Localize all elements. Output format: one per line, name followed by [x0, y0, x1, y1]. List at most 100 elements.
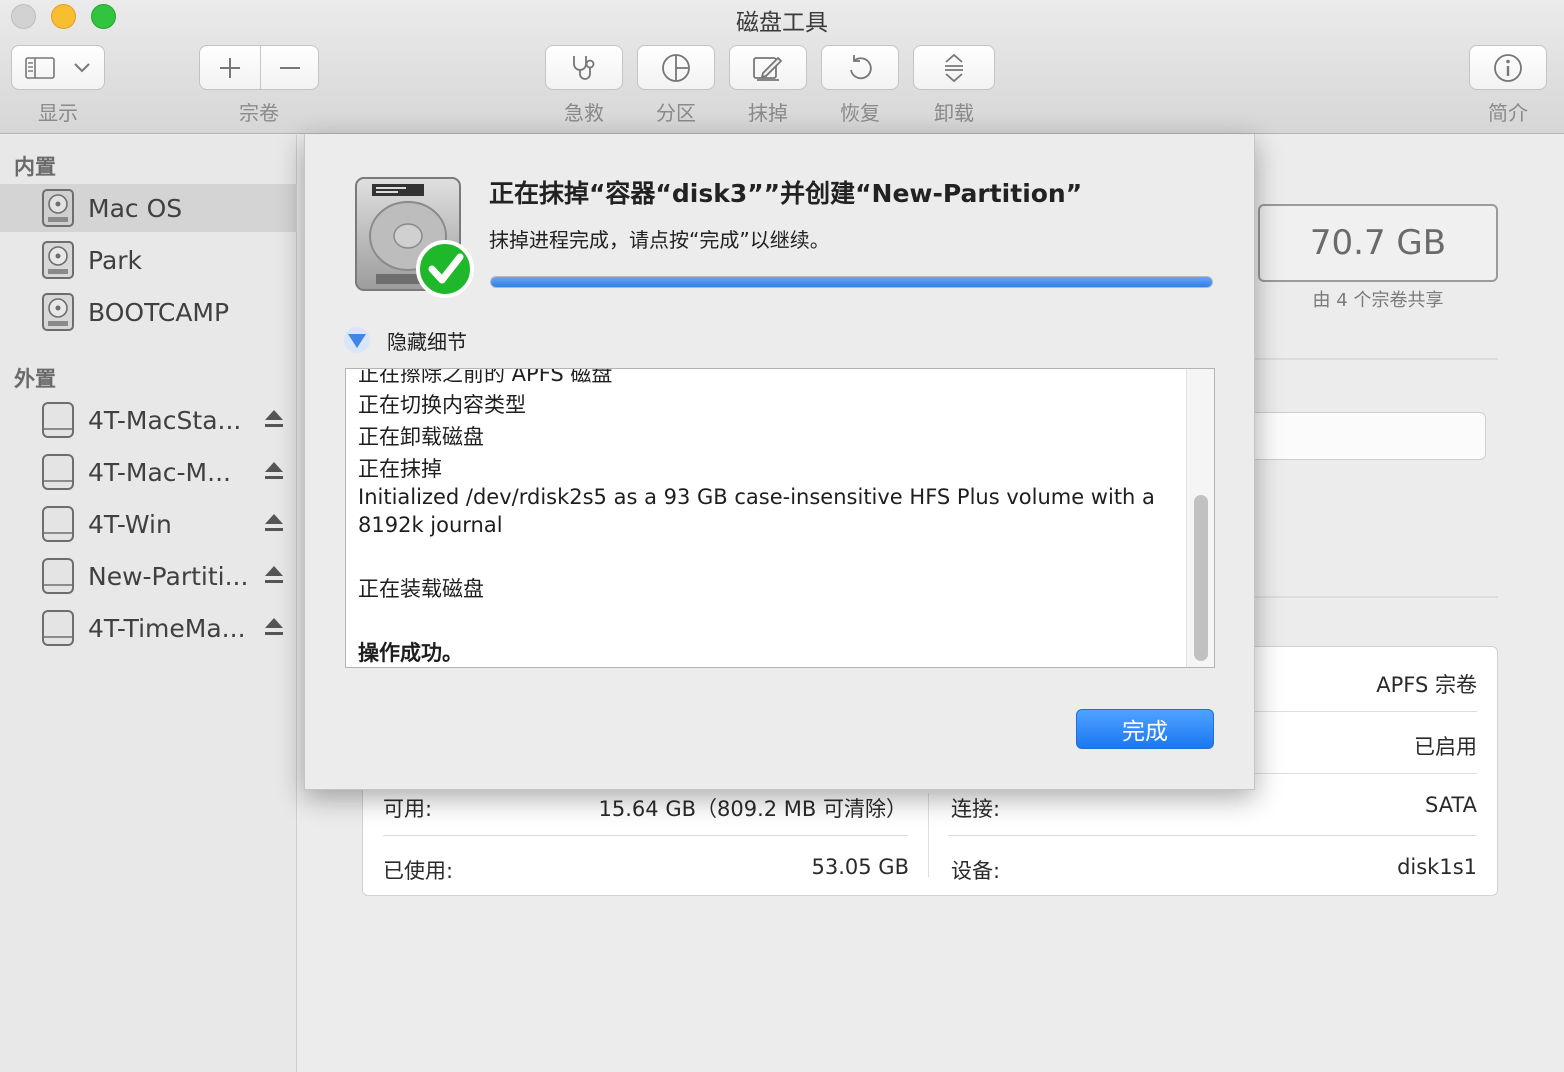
used-label: 已使用: — [383, 859, 454, 883]
sheet-title: 正在抹掉“容器“disk3””并创建“New-Partition” — [489, 179, 1083, 208]
row-divider — [948, 835, 1477, 836]
log-line: 正在卸载磁盘 — [358, 425, 484, 449]
row-divider — [383, 835, 908, 836]
sidebar-item-label: 4T-TimeMa... — [88, 613, 246, 643]
eject-icon[interactable] — [264, 408, 284, 430]
usage-bar-field — [1230, 412, 1486, 460]
log-line: 正在装载磁盘 — [358, 577, 484, 601]
external-disk-icon — [42, 610, 74, 646]
scrollbar-thumb[interactable] — [1194, 495, 1208, 661]
internal-disk-icon — [42, 293, 74, 331]
add-volume-button[interactable] — [200, 46, 260, 89]
available-value: 15.64 GB（809.2 MB 可清除） — [598, 797, 907, 821]
sidebar-item-label: 4T-Mac-M... — [88, 457, 231, 487]
available-label: 可用: — [383, 797, 433, 821]
external-disk-icon — [42, 558, 74, 594]
view-label: 显示 — [38, 101, 78, 125]
window-title: 磁盘工具 — [736, 10, 828, 36]
hide-details-toggle[interactable]: 隐藏细节 — [387, 326, 467, 355]
column-divider — [928, 793, 929, 877]
stethoscope-icon — [573, 55, 595, 80]
erase-button[interactable] — [729, 45, 807, 90]
external-disk-icon — [42, 454, 74, 490]
unmount-label: 卸载 — [934, 101, 974, 125]
erase-label: 抹掉 — [748, 101, 788, 125]
connection-value: SATA — [1424, 793, 1477, 817]
used-value: 53.05 GB — [811, 855, 909, 879]
volume-label: 宗卷 — [239, 101, 279, 125]
external-header: 外置 — [14, 367, 56, 391]
sidebar-item-label: 4T-MacSta... — [88, 405, 242, 435]
sidebar-item-label: BOOTCAMP — [88, 297, 230, 327]
shared-volumes-text: 由 4 个宗卷共享 — [1312, 290, 1444, 311]
device-label: 设备: — [951, 859, 1001, 883]
internal-header: 内置 — [14, 155, 56, 179]
restore-button[interactable] — [821, 45, 899, 90]
sidebar-item-bootcamp[interactable]: BOOTCAMP — [0, 288, 297, 336]
info-button[interactable] — [1469, 45, 1547, 90]
erase-progress-sheet: 正在抹掉“容器“disk3””并创建“New-Partition” 抹掉进程完成… — [304, 134, 1255, 790]
erase-pencil-icon — [753, 56, 783, 81]
divider — [1255, 358, 1498, 360]
log-line: 正在切换内容类型 — [358, 393, 526, 417]
sidebar: 内置 Mac OS Park BOOTCAMP 外置 4T-MacSta... … — [0, 135, 297, 1072]
log-scrollbar[interactable] — [1186, 369, 1214, 667]
device-value: disk1s1 — [1397, 855, 1477, 879]
hard-drive-success-icon — [355, 177, 474, 298]
disclosure-triangle-icon[interactable] — [343, 326, 371, 354]
sidebar-item-label: New-Partiti... — [88, 561, 249, 591]
eject-icon[interactable] — [264, 564, 284, 586]
capacity-display: 70.7 GB — [1258, 204, 1498, 282]
log-line: 正在抹掉 — [358, 457, 442, 481]
restore-arrow-icon — [850, 54, 872, 79]
toolbar: 磁盘工具 显示 宗卷 急救 分区 抹掉 恢复 卸载 简介 — [0, 0, 1564, 134]
sheet-subtitle: 抹掉进程完成，请点按“完成”以继续。 — [489, 228, 830, 252]
log-line: 操作成功。 — [358, 641, 463, 665]
external-disk-icon — [42, 506, 74, 542]
unmount-icon — [945, 53, 963, 82]
divider — [1255, 596, 1498, 598]
remove-volume-button[interactable] — [260, 46, 320, 89]
external-disk-icon — [42, 402, 74, 438]
connection-label: 连接: — [951, 797, 1001, 821]
details-log: 正在擦除之前的 APFS 磁盘 正在切换内容类型 正在卸载磁盘 正在抹掉 Ini… — [345, 368, 1215, 668]
sidebar-item-4t-win[interactable]: 4T-Win — [0, 500, 297, 548]
plus-icon — [220, 57, 240, 78]
info-label: 简介 — [1488, 101, 1528, 125]
progress-fill — [491, 277, 1212, 287]
eject-icon[interactable] — [264, 460, 284, 482]
pie-partition-icon — [662, 53, 690, 82]
erase-progress-bar — [490, 276, 1213, 288]
eject-icon[interactable] — [264, 512, 284, 534]
eject-icon[interactable] — [264, 616, 284, 638]
minus-icon — [280, 66, 300, 69]
chevron-down-icon — [74, 62, 90, 72]
first-aid-button[interactable] — [545, 45, 623, 90]
partition-label: 分区 — [656, 101, 696, 125]
sidebar-item-mac-os[interactable]: Mac OS — [0, 184, 297, 232]
sidebar-item-park[interactable]: Park — [0, 236, 297, 284]
status-value: 已启用 — [1414, 735, 1477, 759]
sidebar-item-4t-mac-m[interactable]: 4T-Mac-M... — [0, 448, 297, 496]
type-value: APFS 宗卷 — [1376, 673, 1477, 697]
restore-label: 恢复 — [840, 101, 880, 125]
view-button[interactable] — [11, 45, 105, 90]
log-line: Initialized /dev/rdisk2s5 as a 93 GB cas… — [358, 485, 1155, 509]
internal-disk-icon — [42, 189, 74, 227]
done-button[interactable]: 完成 — [1076, 709, 1214, 749]
log-line: 正在擦除之前的 APFS 磁盘 — [358, 368, 613, 386]
volume-segmented-control — [199, 45, 319, 90]
sidebar-item-4t-timema[interactable]: 4T-TimeMa... — [0, 604, 297, 652]
sidebar-item-label: Park — [88, 245, 143, 275]
sidebar-item-new-partition[interactable]: New-Partiti... — [0, 552, 297, 600]
first-aid-label: 急救 — [564, 101, 604, 125]
sidebar-item-label: 4T-Win — [88, 509, 172, 539]
log-line: 8192k journal — [358, 513, 503, 537]
info-icon — [1494, 53, 1522, 82]
partition-button[interactable] — [637, 45, 715, 90]
unmount-button[interactable] — [913, 45, 995, 90]
internal-disk-icon — [42, 241, 74, 279]
sidebar-item-4t-macsta[interactable]: 4T-MacSta... — [0, 396, 297, 444]
sidebar-item-label: Mac OS — [88, 193, 183, 223]
sidebar-icon — [25, 56, 55, 79]
